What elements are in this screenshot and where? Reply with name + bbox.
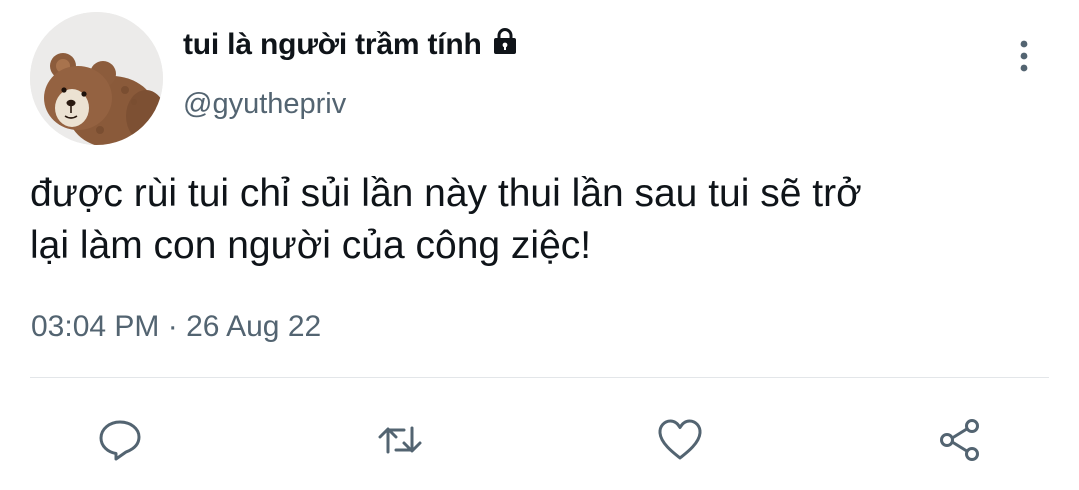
- share-icon: [940, 419, 979, 461]
- display-name[interactable]: tui là người trầm tính: [183, 26, 520, 62]
- heart-icon: [658, 419, 702, 460]
- user-handle[interactable]: @gyuthepriv: [183, 88, 346, 121]
- share-button[interactable]: [934, 415, 986, 465]
- like-button[interactable]: [654, 415, 706, 465]
- tweet-timestamp[interactable]: 03:04 PM · 26 Aug 22: [31, 310, 321, 344]
- teddy-bear-avatar-image: [30, 12, 163, 145]
- reply-icon: [99, 420, 141, 461]
- more-options-button[interactable]: [1006, 36, 1042, 76]
- reply-button[interactable]: [94, 415, 146, 465]
- tweet-card: tui là người trầm tính @gyuthepriv được …: [0, 0, 1079, 490]
- divider: [30, 377, 1049, 378]
- tweet-text: được rùi tui chỉ sủi lần này thui lần sa…: [30, 172, 862, 267]
- retweet-icon: [378, 426, 422, 454]
- lock-icon: [490, 26, 520, 56]
- retweet-button[interactable]: [374, 415, 426, 465]
- more-vertical-icon: [1020, 40, 1028, 72]
- avatar[interactable]: [30, 12, 163, 145]
- display-name-text: tui là người trầm tính: [183, 28, 482, 61]
